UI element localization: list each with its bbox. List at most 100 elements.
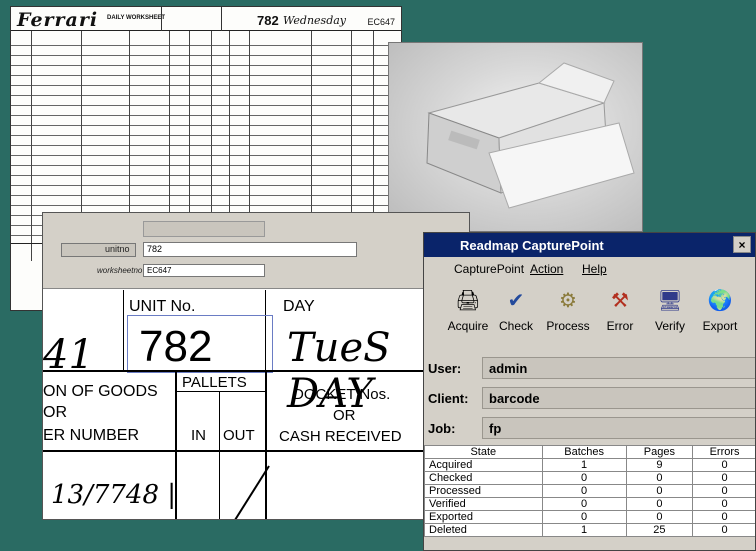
computer-icon: 🖥 [657,290,683,312]
cell-state: Exported [424,510,543,524]
crop-line [43,450,469,452]
docket-line-1: DOCKET Nos. [293,386,391,403]
export-label: Export [702,319,738,333]
cell-pages: 0 [625,497,694,511]
error-label: Error [606,319,634,333]
cell-state: Verified [424,497,543,511]
cell-state: Checked [424,471,543,485]
verify-label: Verify [654,319,685,333]
worksheet-day: Wednesday [283,14,347,27]
cell-batches: 0 [541,471,627,485]
cell-errors: 0 [692,523,755,537]
globe-icon: 🌍 [707,290,733,312]
cell-errors: 0 [692,497,755,511]
close-button[interactable]: × [733,236,751,253]
window-title: Readmap CapturePoint [424,233,755,257]
cell-errors: 0 [692,510,755,524]
user-label: User: [428,361,462,376]
grid-line [31,31,32,261]
check-icon: ✔ [507,290,525,312]
cell-batches: 1 [541,523,627,537]
worksheetno-label: worksheetno [97,266,143,275]
form-panel: unitno 782 worksheetno EC647 [43,213,469,289]
out-header: OUT [223,427,255,444]
menu-capturepoint[interactable]: CapturePoint [454,262,524,276]
daily-worksheet-label: DAILY WORKSHEET [107,15,166,21]
unit-no-header: UNIT No. [129,298,196,315]
cell-pages: 9 [625,458,694,472]
job-row: Job: fp [424,417,755,441]
cell-pages: 0 [625,471,694,485]
table-row[interactable]: Acquired 1 9 0 [424,458,755,472]
worksheet-unit-no: 782 [257,13,279,28]
check-label: Check [498,319,533,333]
in-header: IN [191,427,206,444]
table-row[interactable]: Processed 0 0 0 [424,484,755,498]
client-label: Client: [428,391,469,406]
status-table: State Batches Pages Errors Acquired 1 9 0 C… [424,445,755,537]
process-button[interactable]: ⚙ Process [542,287,594,333]
table-row[interactable]: Verified 0 0 0 [424,497,755,511]
cell-state: Acquired [424,458,543,472]
header-box [161,7,221,31]
cell-state: Processed [424,484,543,498]
crop-line [219,392,221,519]
unit-no-value: 782 [139,322,213,371]
job-label: Job: [428,421,456,436]
cell-batches: 1 [541,458,627,472]
tools-icon: ⚒ [611,290,629,312]
col-state: State [424,445,543,459]
scanner-icon: 🖨 [455,290,481,312]
crop-line [43,370,469,372]
table-row[interactable]: Deleted 1 25 0 [424,523,755,537]
header-box [221,7,251,31]
user-field[interactable]: admin [482,357,755,379]
cell-pages: 0 [625,484,694,498]
export-button[interactable]: 🌍 Export [694,287,746,333]
worksheet-number: EC647 [367,17,395,27]
goods-line-1: ON OF GOODS [43,383,158,400]
pallets-header: PALLETS [182,374,247,391]
process-label: Process [546,319,590,333]
check-button[interactable]: ✔ Check [490,287,542,333]
unitno-window: unitno 782 worksheetno EC647 UNIT No. DA… [42,212,470,520]
table-row[interactable]: Checked 0 0 0 [424,471,755,485]
job-field[interactable]: fp [482,417,755,439]
cell-errors: 0 [692,471,755,485]
cell-batches: 0 [541,510,627,524]
goods-line-2: OR [43,404,67,421]
menu-help[interactable]: Help [582,262,607,276]
col-batches: Batches [541,445,627,459]
menu-action[interactable]: Action [530,262,563,276]
gears-icon: ⚙ [559,290,577,312]
error-button[interactable]: ⚒ Error [594,287,646,333]
acquire-button[interactable]: 🖨 Acquire [442,287,494,333]
handwritten-entry: 13/7748 | [51,480,177,510]
menu-bar: CapturePoint Action Help [424,258,755,280]
crop-line [175,391,267,392]
scanner-photo [388,42,643,232]
docket-line-2: OR [333,407,356,424]
crop-line [123,290,125,370]
unitno-input[interactable]: 782 [143,242,357,257]
docket-line-3: CASH RECEIVED [279,428,402,445]
cell-pages: 25 [625,523,694,537]
scanner-icon [426,62,635,209]
worksheetno-input[interactable]: EC647 [143,264,265,277]
col-pages: Pages [625,445,694,459]
unitno-label: unitno [105,244,130,254]
capturepoint-window: Readmap CapturePoint × CapturePoint Acti… [423,232,756,551]
client-field[interactable]: barcode [482,387,755,409]
scanned-crop: UNIT No. DAY 782 41 TueS DAY ON OF GOODS… [43,290,469,519]
verify-button[interactable]: 🖥 Verify [644,287,696,333]
goods-line-3: ER NUMBER [43,427,140,444]
col-errors: Errors [692,445,755,459]
cell-state: Deleted [424,523,543,537]
acquire-label: Acquire [447,319,489,333]
handwritten-stroke [234,465,270,519]
worksheet-grid [11,45,401,240]
form-frame [143,221,265,237]
table-row[interactable]: Exported 0 0 0 [424,510,755,524]
cell-pages: 0 [625,510,694,524]
cell-errors: 0 [692,458,755,472]
